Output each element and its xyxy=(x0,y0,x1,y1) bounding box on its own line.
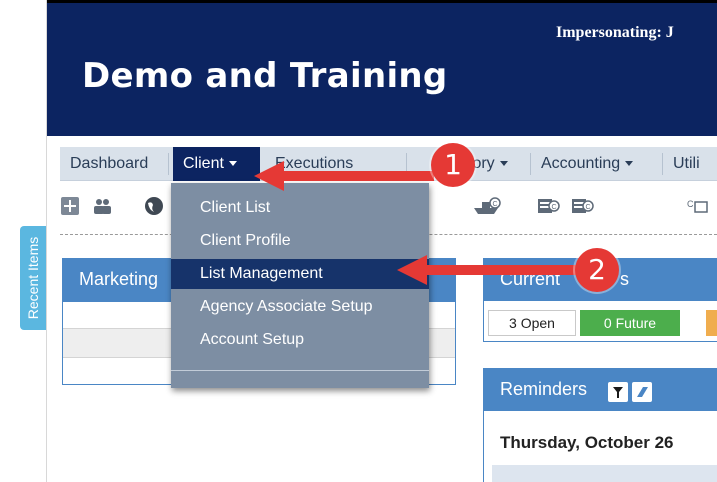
add-icon[interactable] xyxy=(60,196,80,216)
header-top-border xyxy=(47,0,717,3)
arrow-shaft xyxy=(282,171,434,181)
site-title: Demo and Training xyxy=(82,56,448,96)
arrow-head-icon xyxy=(397,255,427,285)
reminders-date: Thursday, October 26 xyxy=(500,433,674,452)
future-events-pill[interactable]: 0 Future xyxy=(580,310,680,336)
svg-text:C: C xyxy=(687,199,694,209)
reminders-panel: Reminders Thursday, October 26 xyxy=(483,368,717,482)
svg-text:C: C xyxy=(585,204,590,211)
nav-utilities[interactable]: Utili xyxy=(663,147,717,181)
recent-items-label: Recent Items xyxy=(25,236,41,320)
callout-badge-1: 1 xyxy=(431,143,475,187)
people-icon[interactable] xyxy=(92,196,112,216)
current-events-title-suffix: s xyxy=(620,269,629,289)
recent-items-tab[interactable]: Recent Items xyxy=(20,226,46,330)
reminder-list-item[interactable] xyxy=(492,465,717,482)
chevron-down-icon xyxy=(228,161,237,167)
eraser-icon xyxy=(637,387,648,397)
nav-client[interactable]: Client xyxy=(173,147,260,181)
menu-item-client-list[interactable]: Client List xyxy=(171,193,429,223)
impersonating-text: Impersonating: J xyxy=(556,24,674,41)
open-events-pill[interactable]: 3 Open xyxy=(488,310,576,336)
nav-divider xyxy=(168,153,169,175)
chevron-down-icon xyxy=(499,161,508,167)
menu-item-list-management[interactable]: List Management xyxy=(171,259,429,289)
nav-dashboard-label: Dashboard xyxy=(70,155,149,172)
nav-accounting-label: Accounting xyxy=(541,155,621,172)
globe-icon[interactable] xyxy=(144,196,164,216)
ship-icon[interactable]: C xyxy=(472,196,502,216)
nav-utilities-label: Utili xyxy=(673,155,700,172)
printer-icon[interactable]: C xyxy=(570,196,594,216)
nav-client-label: Client xyxy=(183,155,224,172)
printer-icon[interactable]: C xyxy=(536,196,560,216)
callout-arrow-2 xyxy=(397,255,579,285)
arrow-head-icon xyxy=(254,161,284,191)
svg-text:C: C xyxy=(492,201,497,208)
arrow-shaft xyxy=(425,265,579,275)
menu-divider xyxy=(171,370,429,371)
nav-accounting[interactable]: Accounting xyxy=(531,147,662,181)
svg-text:C: C xyxy=(551,204,556,211)
nav-dashboard[interactable]: Dashboard xyxy=(60,147,168,181)
client-dropdown-menu: Client List Client Profile List Manageme… xyxy=(171,183,429,388)
reminders-header: Reminders xyxy=(484,369,717,411)
eraser-button[interactable] xyxy=(632,382,652,402)
marketing-panel-title: Marketing xyxy=(79,269,159,289)
menu-item-account-setup[interactable]: Account Setup xyxy=(171,325,429,355)
filter-icon xyxy=(613,387,623,398)
menu-item-client-profile[interactable]: Client Profile xyxy=(171,226,429,256)
filter-button[interactable] xyxy=(608,382,628,402)
menu-item-agency-associate-setup[interactable]: Agency Associate Setup xyxy=(171,292,429,322)
reminders-title: Reminders xyxy=(500,379,588,399)
callout-arrow-1 xyxy=(254,161,434,191)
connector-icon[interactable]: C xyxy=(686,196,710,216)
callout-badge-2: 2 xyxy=(575,248,619,292)
chevron-down-icon xyxy=(625,161,634,167)
pending-events-pill[interactable] xyxy=(706,310,717,336)
